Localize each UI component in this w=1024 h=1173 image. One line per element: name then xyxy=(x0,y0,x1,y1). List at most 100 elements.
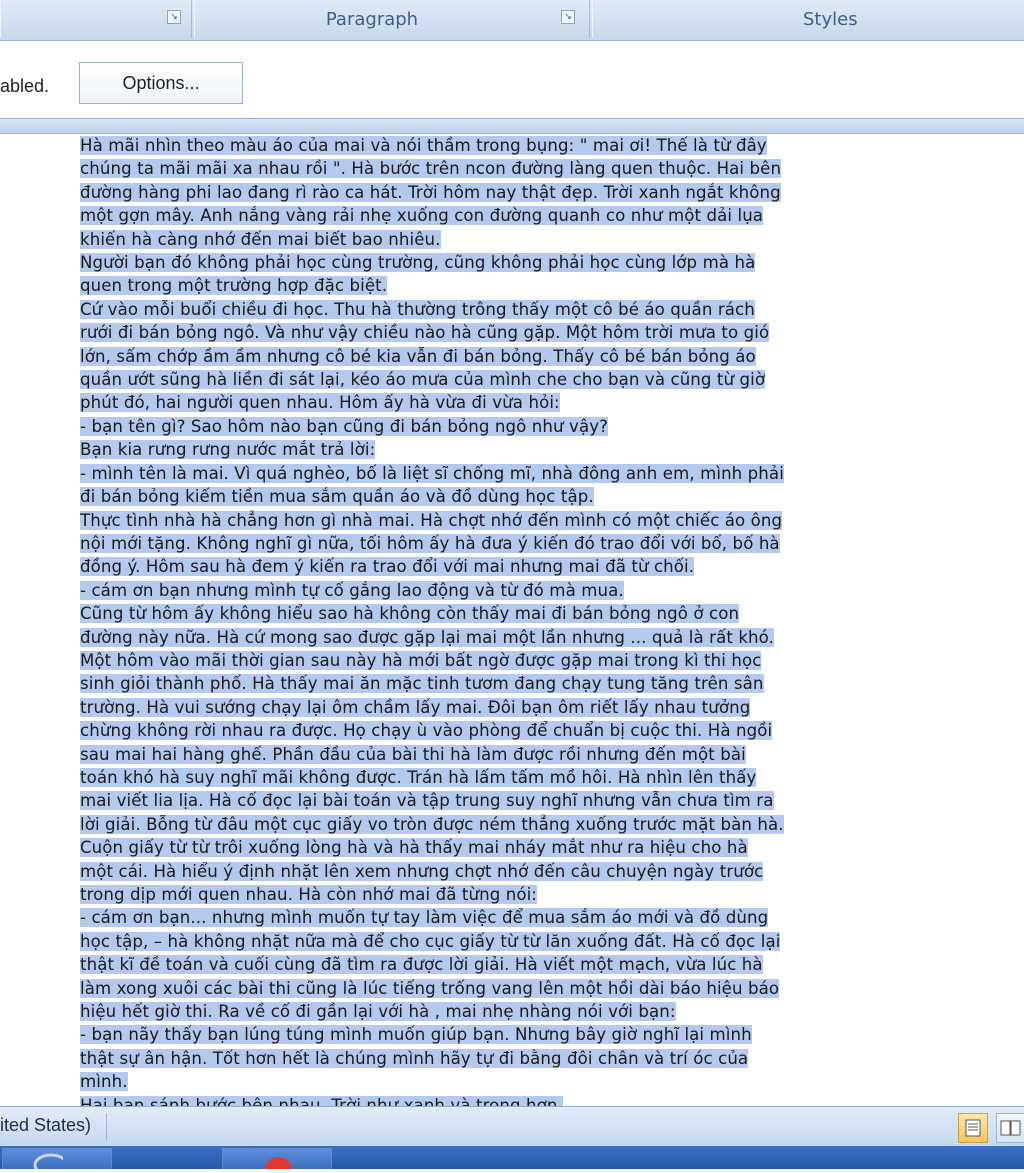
selected-text[interactable]: Thực tình nhà hà chẳng hơn gì nhà mai. H… xyxy=(80,510,783,530)
selected-text[interactable]: một cái. Hà hiểu ý định nhặt lên xem như… xyxy=(80,861,764,881)
document-line[interactable]: đường hàng phi lao đang rì rào ca hát. T… xyxy=(80,181,910,204)
document-line[interactable]: mai viết lia lịa. Hà cố đọc lại bài toán… xyxy=(80,789,910,812)
selected-text[interactable]: - bạn tên gì? Sao hôm nào bạn cũng đi bá… xyxy=(80,416,609,436)
dialog-launcher-icon[interactable]: ↘ xyxy=(561,10,575,24)
document-line[interactable]: toán khó hà suy nghĩ mãi không được. Trá… xyxy=(80,766,910,789)
ruler xyxy=(0,118,1024,134)
document-line[interactable]: quen trong một trường hợp đặc biệt. xyxy=(80,274,910,297)
document-line[interactable]: hiệu hết giờ thi. Ra về cố đi gần lại vớ… xyxy=(80,1000,910,1023)
selected-text[interactable]: Cũng từ hôm ấy không hiểu sao hà không c… xyxy=(80,604,740,624)
status-separator xyxy=(106,1113,107,1141)
selected-text[interactable]: đi bán bỏng kiếm tiền mua sắm quần áo và… xyxy=(80,487,594,507)
document-line[interactable]: đồng ý. Hôm sau hà đem ý kiến ra trao đổ… xyxy=(80,555,910,578)
document-line[interactable]: thật sự ân hận. Tốt hơn hết là chúng mìn… xyxy=(80,1047,910,1070)
document-line[interactable]: Hai bạn sánh bước bên nhau. Trời như xan… xyxy=(80,1094,910,1106)
selected-text[interactable]: đường hàng phi lao đang rì rào ca hát. T… xyxy=(80,182,781,202)
selected-text[interactable]: mình. xyxy=(80,1072,128,1092)
selected-text[interactable]: lớn, sấm chớp ầm ầm nhưng cô bé kia vẫn … xyxy=(80,346,756,366)
selected-text[interactable]: Cuộn giấy từ từ trôi xuống lòng hà và hà… xyxy=(80,838,748,858)
selected-text[interactable]: mai viết lia lịa. Hà cố đọc lại bài toán… xyxy=(80,791,774,811)
document-line[interactable]: đi bán bỏng kiếm tiền mua sắm quần áo và… xyxy=(80,485,910,508)
ribbon-group-paragraph: Paragraph ↘ xyxy=(194,0,590,38)
selected-text[interactable]: - bạn nãy thấy bạn lúng túng mình muốn g… xyxy=(80,1025,752,1045)
document-line[interactable]: Cứ vào mỗi buổi chiều đi học. Thu hà thư… xyxy=(80,298,910,321)
selected-text[interactable]: nội mới tặng. Không nghĩ gì nữa, tối hôm… xyxy=(80,533,780,553)
selected-text[interactable]: chừng không rời nhau ra được. Họ chạy ù … xyxy=(80,721,773,741)
document-line[interactable]: trong dịp mới quen nhau. Hà còn nhớ mai … xyxy=(80,883,910,906)
selected-text[interactable]: quần ướt sũng hà liền đi sát lại, kéo áo… xyxy=(80,370,766,390)
document-line[interactable]: Hà mãi nhìn theo màu áo của mai và nói t… xyxy=(80,134,910,157)
selected-text[interactable]: khiến hà càng nhớ đến mai biết bao nhiêu… xyxy=(80,229,441,249)
selected-text[interactable]: thật kĩ đề toán và cuối cùng đã tìm ra đ… xyxy=(80,955,763,975)
selected-text[interactable]: Hai bạn sánh bước bên nhau. Trời như xan… xyxy=(80,1095,563,1106)
selected-text[interactable]: quen trong một trường hợp đặc biệt. xyxy=(80,276,388,296)
selected-text[interactable]: phút đó, hai người quen nhau. Hôm ấy hà … xyxy=(80,393,560,413)
selected-text[interactable]: Bạn kia rưng rưng nước mắt trả lời: xyxy=(80,440,376,460)
document-line[interactable]: - cám ơn bạn... nhưng mình muốn tự tay l… xyxy=(80,906,910,929)
selected-text[interactable]: lời giải. Bỗng từ đâu một cục giấy vo tr… xyxy=(80,814,784,834)
print-layout-view-button[interactable] xyxy=(958,1113,988,1143)
document-line[interactable]: học tập, – hà không nhặt nữa mà để cho c… xyxy=(80,930,910,953)
document-line[interactable]: thật kĩ đề toán và cuối cùng đã tìm ra đ… xyxy=(80,953,910,976)
document-line[interactable]: đường này nữa. Hà cứ mong sao được gặp l… xyxy=(80,626,910,649)
document-line[interactable]: chừng không rời nhau ra được. Họ chạy ù … xyxy=(80,719,910,742)
document-line[interactable]: khiến hà càng nhớ đến mai biết bao nhiêu… xyxy=(80,228,910,251)
document-line[interactable]: - bạn nãy thấy bạn lúng túng mình muốn g… xyxy=(80,1023,910,1046)
document-page[interactable]: Hà mãi nhìn theo màu áo của mai và nói t… xyxy=(0,134,1024,1106)
selected-text[interactable]: hiệu hết giờ thi. Ra về cố đi gần lại vớ… xyxy=(80,1002,676,1022)
document-line[interactable]: Cũng từ hôm ấy không hiểu sao hà không c… xyxy=(80,602,910,625)
print-layout-icon xyxy=(965,1119,981,1137)
options-button[interactable]: Options... xyxy=(79,62,243,104)
document-line[interactable]: lớn, sấm chớp ầm ầm nhưng cô bé kia vẫn … xyxy=(80,345,910,368)
selected-text[interactable]: - cám ơn bạn... nhưng mình muốn tự tay l… xyxy=(80,908,769,928)
document-line[interactable]: làm xong xuôi các bài thi cũng là lúc ti… xyxy=(80,977,910,1000)
taskbar-item[interactable] xyxy=(222,1148,332,1173)
selected-text[interactable]: rưới đi bán bỏng ngô. Và như vậy chiều n… xyxy=(80,323,770,343)
ribbon-group-styles: Styles xyxy=(592,0,1024,38)
document-line[interactable]: lời giải. Bỗng từ đâu một cục giấy vo tr… xyxy=(80,813,910,836)
taskbar xyxy=(0,1146,1024,1173)
document-line[interactable]: - mình tên là mai. Vì quá nghèo, bố là l… xyxy=(80,462,910,485)
document-line[interactable]: rưới đi bán bỏng ngô. Và như vậy chiều n… xyxy=(80,321,910,344)
document-line[interactable]: Cuộn giấy từ từ trôi xuống lòng hà và hà… xyxy=(80,836,910,859)
selected-text[interactable]: chúng ta mãi mãi xa nhau rồi ". Hà bước … xyxy=(80,159,782,179)
selected-text[interactable]: đồng ý. Hôm sau hà đem ý kiến ra trao đổ… xyxy=(80,557,695,577)
selected-text[interactable]: Hà mãi nhìn theo màu áo của mai và nói t… xyxy=(80,136,767,155)
document-line[interactable]: Bạn kia rưng rưng nước mắt trả lời: xyxy=(80,438,910,461)
document-line[interactable]: một gợn mây. Anh nắng vàng rải nhẹ xuống… xyxy=(80,204,910,227)
document-line[interactable]: sinh giỏi thành phố. Hà thấy mai ăn mặc … xyxy=(80,672,910,695)
document-line[interactable]: - bạn tên gì? Sao hôm nào bạn cũng đi bá… xyxy=(80,415,910,438)
language-indicator[interactable]: ited States) xyxy=(0,1115,91,1136)
document-line[interactable]: chúng ta mãi mãi xa nhau rồi ". Hà bước … xyxy=(80,157,910,180)
selected-text[interactable]: toán khó hà suy nghĩ mãi không được. Trá… xyxy=(80,767,757,787)
selected-text[interactable]: Người bạn đó không phải học cùng trường,… xyxy=(80,253,756,273)
selected-text[interactable]: - cám ơn bạn nhưng mình tự cố gắng lao đ… xyxy=(80,580,624,600)
document-line[interactable]: quần ướt sũng hà liền đi sát lại, kéo áo… xyxy=(80,368,910,391)
document-line[interactable]: nội mới tặng. Không nghĩ gì nữa, tối hôm… xyxy=(80,532,910,555)
selected-text[interactable]: sau mai hai hàng ghế. Phần đầu của bài t… xyxy=(80,744,746,764)
selected-text[interactable]: - mình tên là mai. Vì quá nghèo, bố là l… xyxy=(80,463,784,483)
selected-text[interactable]: đường này nữa. Hà cứ mong sao được gặp l… xyxy=(80,627,774,647)
message-bar: abled. Options... xyxy=(0,52,1024,114)
selected-text[interactable]: Cứ vào mỗi buổi chiều đi học. Thu hà thư… xyxy=(80,299,755,319)
taskbar-item[interactable] xyxy=(2,1148,112,1173)
selected-text[interactable]: làm xong xuôi các bài thi cũng là lúc ti… xyxy=(80,978,780,998)
selected-text[interactable]: trong dịp mới quen nhau. Hà còn nhớ mai … xyxy=(80,885,537,904)
selected-text[interactable]: thật sự ân hận. Tốt hơn hết là chúng mìn… xyxy=(80,1048,749,1068)
document-line[interactable]: Người bạn đó không phải học cùng trường,… xyxy=(80,251,910,274)
selected-text[interactable]: trường. Hà vui sướng chạy lại ôm chầm lấ… xyxy=(80,697,751,717)
document-line[interactable]: - cám ơn bạn nhưng mình tự cố gắng lao đ… xyxy=(80,579,910,602)
document-line[interactable]: phút đó, hai người quen nhau. Hôm ấy hà … xyxy=(80,391,910,414)
selected-text[interactable]: Một hôm vào mãi thời gian sau này hà mới… xyxy=(80,650,762,670)
document-line[interactable]: Một hôm vào mãi thời gian sau này hà mới… xyxy=(80,649,910,672)
selected-text[interactable]: sinh giỏi thành phố. Hà thấy mai ăn mặc … xyxy=(80,674,764,694)
document-body[interactable]: Hà mãi nhìn theo màu áo của mai và nói t… xyxy=(80,134,910,1106)
document-line[interactable]: một cái. Hà hiểu ý định nhặt lên xem như… xyxy=(80,860,910,883)
selected-text[interactable]: một gợn mây. Anh nắng vàng rải nhẹ xuống… xyxy=(80,206,764,226)
document-line[interactable]: sau mai hai hàng ghế. Phần đầu của bài t… xyxy=(80,743,910,766)
document-line[interactable]: mình. xyxy=(80,1070,910,1093)
document-line[interactable]: Thực tình nhà hà chẳng hơn gì nhà mai. H… xyxy=(80,509,910,532)
full-screen-reading-button[interactable] xyxy=(996,1113,1024,1143)
selected-text[interactable]: học tập, – hà không nhặt nữa mà để cho c… xyxy=(80,931,781,951)
document-line[interactable]: trường. Hà vui sướng chạy lại ôm chầm lấ… xyxy=(80,696,910,719)
